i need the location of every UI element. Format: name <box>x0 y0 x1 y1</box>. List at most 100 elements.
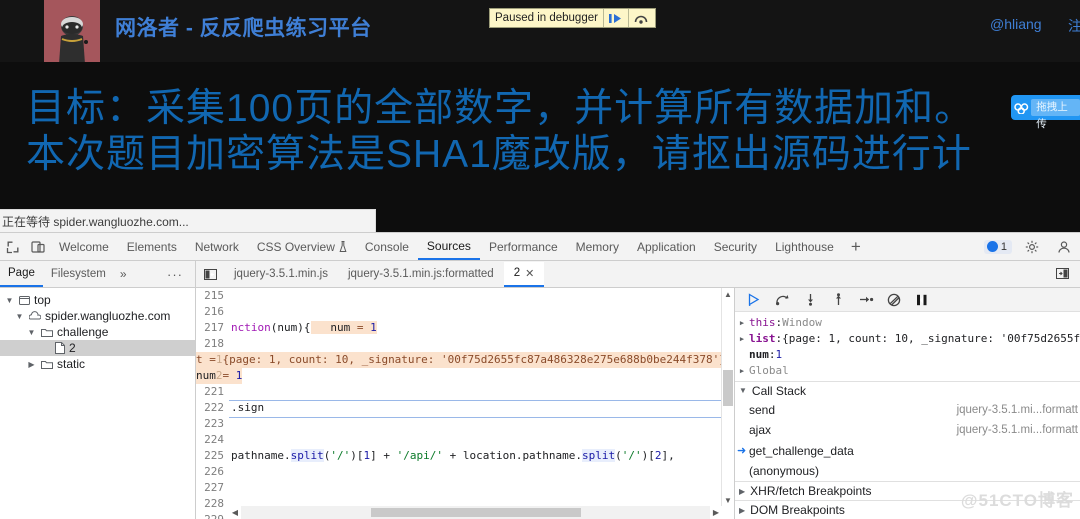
show-debugger-button[interactable] <box>1048 261 1076 286</box>
editor-vertical-scrollbar[interactable]: ▲ ▼ <box>721 288 734 506</box>
step-over-next-call-button[interactable] <box>769 288 795 311</box>
settings-gear-icon[interactable] <box>1019 234 1044 259</box>
twisty-icon[interactable]: ▶ <box>739 506 745 515</box>
step-out-of-current-function-button[interactable] <box>825 288 851 311</box>
tree-node-top[interactable]: ▼ top <box>0 292 195 308</box>
add-panel-button[interactable]: + <box>843 234 869 260</box>
page-title: 网洛者 - 反反爬虫练习平台 <box>115 17 372 40</box>
tab-application[interactable]: Application <box>628 234 705 260</box>
console-message-badge[interactable]: 1 <box>983 239 1012 254</box>
twisty-icon[interactable]: ▼ <box>4 296 15 305</box>
tab-welcome[interactable]: Welcome <box>50 234 118 260</box>
step-over-button[interactable] <box>629 9 653 27</box>
call-stack-row-get-challenge-data[interactable]: ➜ get_challenge_data <box>735 441 1080 461</box>
code-line: 227 <box>196 480 675 496</box>
tab-security[interactable]: Security <box>705 234 766 260</box>
twisty-icon[interactable]: ▶ <box>26 360 37 369</box>
line-number: 217 <box>204 321 224 334</box>
call-stack-row-send[interactable]: send jquery-3.5.1.mi...formatt <box>735 400 1080 420</box>
tree-label: top <box>34 293 51 307</box>
call-stack-row-anonymous[interactable]: (anonymous) <box>735 461 1080 481</box>
device-toolbar-icon[interactable] <box>25 234 50 259</box>
tree-label: 2 <box>69 341 76 355</box>
tab-lighthouse[interactable]: Lighthouse <box>766 234 843 260</box>
scope-row-this[interactable]: ▶ this: Window <box>735 315 1080 331</box>
tab-label: Memory <box>575 239 619 254</box>
dom-breakpoints-title: DOM Breakpoints <box>750 503 845 518</box>
scope-row-global[interactable]: ▶ Global <box>735 363 1080 379</box>
call-stack-source: jquery-3.5.1.mi...formatt <box>956 404 1078 417</box>
scroll-down-arrow-icon[interactable]: ▼ <box>722 494 734 506</box>
nav-tab-page[interactable]: Page <box>0 262 43 287</box>
tab-sources[interactable]: Sources <box>417 234 480 260</box>
debugger-toolbar <box>735 288 1080 312</box>
scope-name: list <box>749 332 776 345</box>
call-stack-row-ajax[interactable]: ajax jquery-3.5.1.mi...formatt <box>735 420 1080 440</box>
twisty-icon[interactable]: ▼ <box>14 312 25 321</box>
paused-label: Paused in debugger <box>495 12 598 24</box>
navigator-more-options-icon[interactable]: ··· <box>155 267 195 282</box>
close-tab-icon[interactable]: ✕ <box>525 267 534 280</box>
tab-network[interactable]: Network <box>186 234 248 260</box>
scroll-right-arrow-icon[interactable]: ▶ <box>710 506 722 519</box>
tab-performance[interactable]: Performance <box>480 234 567 260</box>
editor-horizontal-scrollbar[interactable] <box>241 506 710 519</box>
v-scroll-thumb[interactable] <box>723 370 733 406</box>
step-into-next-call-button[interactable] <box>797 288 823 311</box>
editor-tab-2[interactable]: 2 ✕ <box>503 261 545 287</box>
tree-node-domain[interactable]: ▼ spider.wangluozhe.com <box>0 308 195 324</box>
line-text <box>229 336 231 352</box>
call-stack-function: send <box>749 403 776 418</box>
step-button[interactable] <box>853 288 879 311</box>
twisty-icon[interactable]: ▼ <box>26 328 37 337</box>
twisty-icon[interactable]: ▼ <box>739 386 747 395</box>
devtools-tabbar: Welcome Elements Network CSS Overview Co… <box>0 233 1080 261</box>
scope-row-num[interactable]: num: 1 <box>735 347 1080 363</box>
twisty-icon[interactable]: ▶ <box>735 315 749 331</box>
tab-memory[interactable]: Memory <box>567 234 628 260</box>
line-number: 227 <box>204 481 224 494</box>
tab-console[interactable]: Console <box>356 234 418 260</box>
editor-tab-jquery-formatted[interactable]: jquery-3.5.1.min.js:formatted <box>338 262 504 287</box>
tab-elements[interactable]: Elements <box>118 234 186 260</box>
step-into-icon <box>807 294 813 306</box>
more-navigator-tabs-icon[interactable]: » <box>114 267 133 281</box>
show-navigator-button[interactable] <box>196 262 224 287</box>
scroll-left-arrow-icon[interactable]: ◀ <box>229 506 241 519</box>
tab-label: CSS Overview <box>256 239 335 254</box>
dom-breakpoints-header[interactable]: ▶ DOM Breakpoints <box>735 500 1080 519</box>
step-icon <box>859 296 873 303</box>
xhr-breakpoints-header[interactable]: ▶ XHR/fetch Breakpoints <box>735 481 1080 501</box>
scroll-up-arrow-icon[interactable]: ▲ <box>722 288 734 300</box>
scope-row-list[interactable]: ▶ list: {page: 1, count: 10, _signature:… <box>735 331 1080 347</box>
resume-script-button[interactable] <box>604 9 628 27</box>
resume-script-execution-button[interactable] <box>741 288 767 311</box>
editor-tab-jquery-min[interactable]: jquery-3.5.1.min.js <box>224 262 338 287</box>
scope-name: this <box>749 316 776 329</box>
code-editor[interactable]: 215 216 217nction(num){ num = 1 218 219 … <box>196 288 735 519</box>
drag-upload-widget[interactable]: 拖拽上传 <box>1011 95 1080 130</box>
twisty-icon[interactable]: ▶ <box>739 487 745 496</box>
nav-register[interactable]: 注 <box>1068 16 1080 36</box>
tree-node-challenge[interactable]: ▼ challenge <box>0 324 195 340</box>
h-scroll-thumb[interactable] <box>371 508 581 517</box>
tab-label: Performance <box>488 239 558 254</box>
line-text <box>229 416 231 432</box>
upload-label: 拖拽上传 <box>1031 99 1080 130</box>
twisty-icon[interactable]: ▶ <box>735 363 749 379</box>
twisty-icon[interactable]: ▶ <box>735 331 749 347</box>
call-stack-header[interactable]: ▼ Call Stack <box>735 381 1080 400</box>
tab-css-overview[interactable]: CSS Overview <box>248 234 356 260</box>
account-icon[interactable] <box>1051 234 1076 259</box>
tree-node-file-2[interactable]: 2 <box>0 340 195 356</box>
inspect-element-icon[interactable] <box>0 234 25 259</box>
site-logo[interactable] <box>44 0 100 62</box>
pause-on-exceptions-button[interactable] <box>909 288 935 311</box>
tree-node-static[interactable]: ▶ static <box>0 356 195 372</box>
nav-tab-filesystem[interactable]: Filesystem <box>43 262 114 287</box>
tab-label: Network <box>194 239 239 254</box>
file-navigator: ▼ top ▼ spider.wangluozhe.com ▼ challeng… <box>0 288 196 519</box>
call-stack-source: jquery-3.5.1.mi...formatt <box>956 424 1078 437</box>
deactivate-breakpoints-button[interactable] <box>881 288 907 311</box>
nav-username[interactable]: @hliang <box>990 16 1042 32</box>
